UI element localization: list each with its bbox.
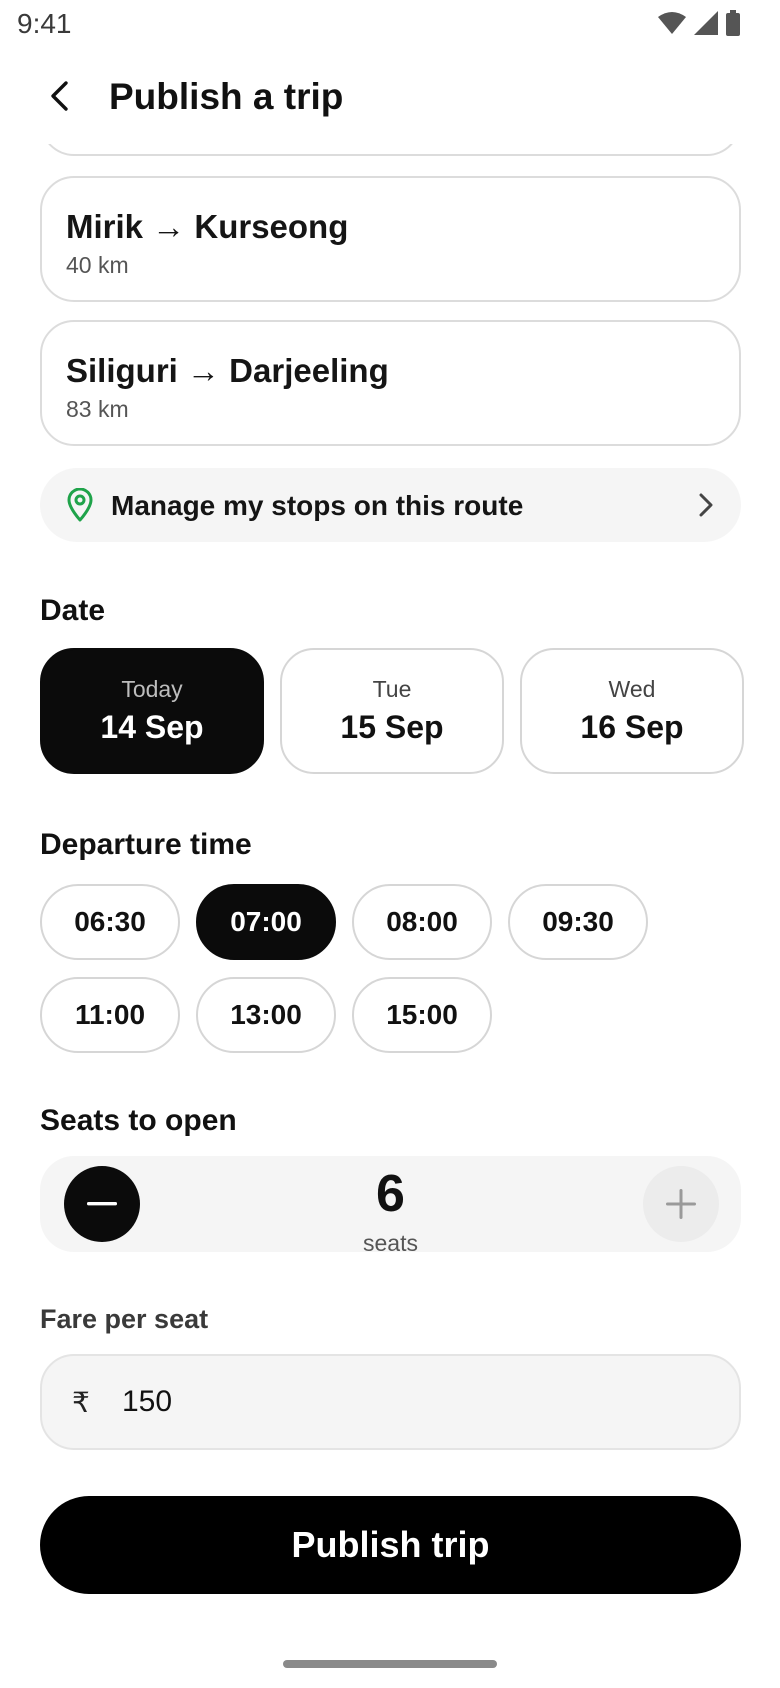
battery-icon xyxy=(726,10,740,36)
seats-unit: seats xyxy=(363,1230,418,1256)
seats-count: 6 xyxy=(376,1165,405,1223)
route-distance: 83 km xyxy=(66,396,129,422)
seats-section-title: Seats to open xyxy=(40,1104,237,1137)
date-day: Tue xyxy=(372,676,412,702)
date-number: 14 Sep xyxy=(100,709,204,745)
back-button[interactable] xyxy=(36,72,84,120)
time-option-1300[interactable]: 13:00 xyxy=(196,977,336,1053)
home-indicator xyxy=(283,1660,497,1668)
date-number: 16 Sep xyxy=(580,709,684,745)
chevron-right-icon xyxy=(699,493,713,517)
time-option-0930[interactable]: 09:30 xyxy=(508,884,648,960)
page-title: Publish a trip xyxy=(109,76,344,117)
status-bar: 9:41 xyxy=(0,0,780,48)
status-time: 9:41 xyxy=(17,8,72,39)
time-option-0630[interactable]: 06:30 xyxy=(40,884,180,960)
route-title: Siliguri → Darjeeling xyxy=(66,352,389,389)
departure-time-section-title: Departure time xyxy=(40,828,252,861)
location-pin-icon xyxy=(67,488,93,522)
minus-icon xyxy=(87,1202,117,1206)
publish-trip-button[interactable]: Publish trip xyxy=(40,1496,741,1594)
date-option-wed[interactable]: Wed 16 Sep xyxy=(520,648,744,774)
date-number: 15 Sep xyxy=(340,709,444,745)
manage-stops-button[interactable]: Manage my stops on this route xyxy=(40,468,741,542)
time-option-1500[interactable]: 15:00 xyxy=(352,977,492,1053)
fare-field[interactable]: ₹ xyxy=(40,1354,741,1450)
status-icons xyxy=(658,10,740,36)
wifi-icon xyxy=(658,12,686,34)
time-option-0700[interactable]: 07:00 xyxy=(196,884,336,960)
route-card-siliguri-darjeeling[interactable]: Siliguri → Darjeeling 83 km xyxy=(40,320,741,446)
time-option-1100[interactable]: 11:00 xyxy=(40,977,180,1053)
app-header: Publish a trip xyxy=(0,62,780,134)
increase-seats-button[interactable] xyxy=(643,1166,719,1242)
fare-label: Fare per seat xyxy=(40,1304,209,1334)
back-arrow-icon xyxy=(51,81,68,111)
route-distance: 40 km xyxy=(66,252,129,278)
rupee-icon: ₹ xyxy=(72,1387,90,1418)
route-card-mirik-kurseong[interactable]: Mirik → Kurseong 40 km xyxy=(40,176,741,302)
date-option-today[interactable]: Today 14 Sep xyxy=(40,648,264,774)
fare-input[interactable] xyxy=(122,1374,702,1430)
time-option-0800[interactable]: 08:00 xyxy=(352,884,492,960)
signal-icon xyxy=(694,11,718,35)
manage-stops-label: Manage my stops on this route xyxy=(111,490,524,521)
date-day: Today xyxy=(121,676,183,702)
date-option-tue[interactable]: Tue 15 Sep xyxy=(280,648,504,774)
date-section-title: Date xyxy=(40,594,106,627)
seats-stepper: 6 seats xyxy=(40,1156,741,1256)
route-title: Mirik → Kurseong xyxy=(66,208,349,245)
plus-icon xyxy=(666,1189,696,1219)
date-day: Wed xyxy=(608,676,656,702)
decrease-seats-button[interactable] xyxy=(64,1166,140,1242)
